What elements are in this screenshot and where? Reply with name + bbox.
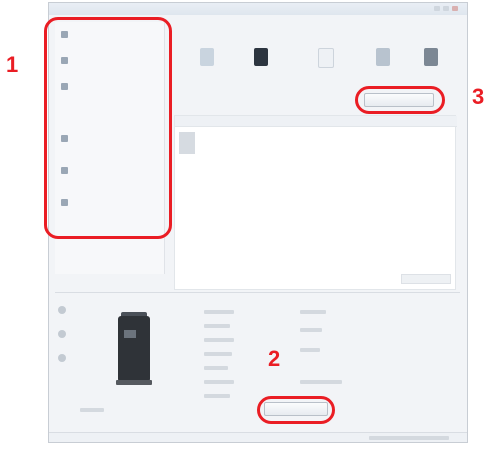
tool-network[interactable] <box>368 32 398 74</box>
title-bar <box>49 3 467 15</box>
device-properties <box>200 300 440 400</box>
callout-box-2 <box>257 396 335 424</box>
side-toolstrip <box>55 296 69 376</box>
minimize-button[interactable] <box>434 6 440 11</box>
callout-box-1 <box>44 17 172 239</box>
tool-toner[interactable] <box>246 32 276 74</box>
content-list <box>174 115 457 290</box>
tool-device[interactable] <box>416 32 446 74</box>
toolstrip-button[interactable] <box>58 306 66 314</box>
printer-image <box>112 312 156 385</box>
printer-icon <box>200 48 214 66</box>
status-bar <box>49 432 467 442</box>
close-button[interactable] <box>452 6 458 11</box>
printer-caption <box>58 386 118 416</box>
network-icon <box>376 48 390 66</box>
toolstrip-button[interactable] <box>58 330 66 338</box>
toner-icon <box>254 48 268 66</box>
tool-document[interactable] <box>310 32 340 74</box>
callout-number-1: 1 <box>6 52 19 77</box>
document-icon <box>318 48 334 68</box>
callout-number-3: 3 <box>472 84 485 109</box>
callout-number-2: 2 <box>268 346 281 371</box>
toolstrip-button[interactable] <box>58 354 66 362</box>
callout-box-3 <box>355 86 445 114</box>
list-header <box>175 116 457 127</box>
list-item-thumbnail[interactable] <box>179 132 195 154</box>
tool-printer[interactable] <box>192 32 222 74</box>
toolbar <box>170 22 460 80</box>
device-icon <box>424 48 438 66</box>
divider <box>55 292 460 293</box>
maximize-button[interactable] <box>443 6 449 11</box>
list-small-field[interactable] <box>401 274 451 284</box>
